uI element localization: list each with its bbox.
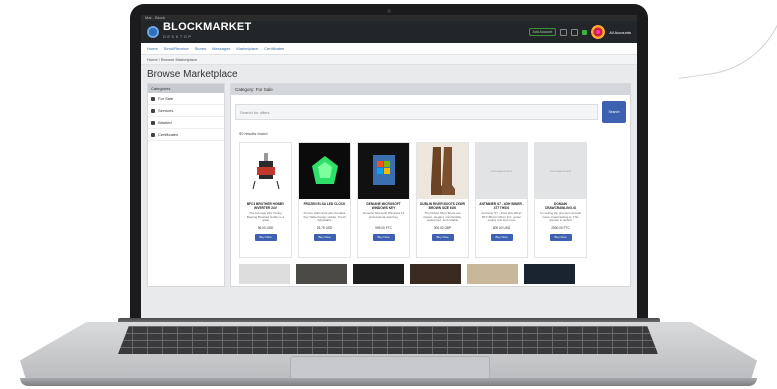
search-row: Search for offers Search [231, 95, 630, 129]
motor-image [252, 153, 279, 190]
product-image[interactable] [239, 264, 290, 284]
decorative-curve [666, 0, 777, 79]
nav-messages[interactable]: Messages [212, 46, 230, 51]
category-header: Category: For Sale [231, 84, 630, 95]
product-title[interactable]: DOMAIN CRAWCRAWLING.IO [535, 202, 586, 210]
certificate-icon [151, 132, 155, 137]
windows-key-image [372, 155, 395, 185]
app-header: BLOCKMARKET DESKTOP Add Account All Acco… [141, 21, 637, 43]
laptop-scene: Mai - Block BLOCKMARKET DESKTOP Add Acco… [0, 0, 777, 389]
product-title[interactable]: ANTMINER S7 - 4GH WINER - 477 THS/S [476, 202, 527, 210]
notification-icon[interactable] [571, 28, 579, 36]
sidebar-header: Categories [148, 84, 224, 93]
results-count: 90 results found [239, 131, 268, 136]
product-price: 25.75 USD [316, 226, 333, 230]
product-description: The Average 24V Timing Bearing Brushed H… [246, 212, 285, 223]
product-image[interactable]: no image found [476, 143, 527, 199]
product-card[interactable]: no image found DOMAIN CRAWCRAWLING.IO I'… [534, 142, 587, 258]
product-price: 300.00 GBP [433, 226, 452, 230]
product-price: 800.00 USD [492, 226, 511, 230]
page-content: Categories For Sale Services Wanted Cert… [141, 83, 637, 287]
nav-marketplace[interactable]: Marketplace [236, 46, 258, 51]
product-image[interactable] [296, 264, 347, 284]
page-title: Browse Marketplace [147, 69, 238, 80]
product-description: I'm selling the premium domain name craw… [539, 212, 582, 223]
logo-icon [147, 26, 159, 38]
product-image[interactable]: no image found [535, 143, 586, 199]
product-title[interactable]: BFC3 BROTHER HOBBY INVERTER 24V [240, 202, 291, 210]
status-indicator-icon [582, 29, 588, 35]
product-card[interactable]: DUBLIN RIVER BOOTS 2XWR BROWN SIZE 6UK T… [416, 142, 469, 258]
trackpad [290, 356, 490, 380]
product-description: Antminer S7 - 4GH 1kw Winer BTC Bitcoin … [481, 212, 522, 223]
product-card[interactable]: FROZEN ELSA LED CLOCK Frozen LED clock p… [298, 142, 351, 258]
laptop-front-edge [20, 378, 757, 386]
product-grid: BFC3 BROTHER HOBBY INVERTER 24V The Aver… [231, 138, 630, 262]
product-price: 96.00 USD [257, 226, 274, 230]
heart-icon [151, 120, 155, 125]
product-description: Genuine Microsoft Windows 10 professiona… [362, 212, 405, 219]
sidebar-item-for-sale[interactable]: For Sale [148, 93, 224, 105]
product-image[interactable] [240, 143, 291, 199]
product-card[interactable]: no image found ANTMINER S7 - 4GH WINER -… [475, 142, 528, 258]
product-image[interactable] [467, 264, 518, 284]
add-account-button[interactable]: Add Account [528, 28, 557, 36]
boots-image [430, 147, 455, 195]
product-image[interactable] [417, 143, 468, 199]
accounts-menu[interactable]: All Accounts [609, 30, 631, 35]
buy-now-button[interactable]: Buy Now [372, 234, 395, 241]
product-card[interactable]: GENUINE MICROSOFT WINDOWS KEY Genuine Mi… [357, 142, 410, 258]
sidebar-item-wanted[interactable]: Wanted [148, 117, 224, 129]
buy-now-button[interactable]: Buy Now [431, 234, 454, 241]
nav-certificates[interactable]: Certificates [264, 46, 284, 51]
nav-home[interactable]: Home [147, 46, 158, 51]
product-card[interactable]: BFC3 BROTHER HOBBY INVERTER 24V The Aver… [239, 142, 292, 258]
main-nav: Home Send/Receive Stores Messages Market… [141, 43, 637, 55]
no-image-placeholder: no image found [491, 169, 512, 173]
brand-tagline: DESKTOP [163, 34, 193, 39]
sidebar-item-label: Certificates [158, 132, 179, 137]
account-avatar[interactable] [591, 25, 606, 39]
keyboard-rows [118, 326, 658, 354]
product-grid-row-2 [231, 262, 630, 286]
product-title[interactable]: FROZEN ELSA LED CLOCK [301, 202, 349, 210]
sidebar-item-label: Wanted [158, 120, 172, 125]
nav-stores[interactable]: Stores [195, 46, 207, 51]
settings-icon[interactable] [560, 28, 568, 36]
product-image[interactable] [410, 264, 461, 284]
category-sidebar: Categories For Sale Services Wanted Cert… [147, 83, 225, 287]
product-price: 999.00 FTC [375, 226, 392, 230]
product-price: 2500.00 FTC [551, 226, 570, 230]
buy-now-button[interactable]: Buy Now [254, 234, 277, 241]
product-title[interactable]: GENUINE MICROSOFT WINDOWS KEY [358, 202, 409, 210]
product-image[interactable] [299, 143, 350, 199]
sidebar-item-certificates[interactable]: Certificates [148, 129, 224, 141]
buy-now-button[interactable]: Buy Now [313, 234, 336, 241]
sidebar-item-label: Services [158, 108, 174, 113]
product-title[interactable]: DUBLIN RIVER BOOTS 2XWR BROWN SIZE 6UK [417, 202, 468, 210]
product-description: Frozen LED clock plus the Elsa Toy/ Tabl… [303, 212, 346, 223]
led-clock-image [311, 156, 338, 184]
search-input[interactable]: Search for offers [235, 104, 598, 120]
buy-now-button[interactable]: Buy Now [549, 234, 572, 241]
sidebar-item-services[interactable]: Services [148, 105, 224, 117]
cart-icon [151, 96, 155, 101]
product-description: The Dublin River Boots are classic, eleg… [423, 212, 462, 223]
sidebar-item-label: For Sale [158, 96, 174, 101]
laptop-screen: Mai - Block BLOCKMARKET DESKTOP Add Acco… [141, 15, 637, 321]
product-image[interactable] [353, 264, 404, 284]
webcam [387, 9, 391, 13]
handshake-icon [151, 108, 155, 113]
no-image-placeholder: no image found [550, 169, 571, 173]
nav-send-receive[interactable]: Send/Receive [164, 46, 189, 51]
breadcrumb[interactable]: Home / Browse Marketplace [141, 55, 637, 65]
listing-panel: Category: For Sale Search for offers Sea… [230, 83, 631, 287]
product-image[interactable] [524, 264, 575, 284]
product-image[interactable] [358, 143, 409, 199]
header-controls: Add Account All Accounts [528, 25, 631, 39]
brand-name: BLOCKMARKET DESKTOP [163, 22, 251, 42]
search-button[interactable]: Search [602, 101, 626, 123]
buy-now-button[interactable]: Buy Now [490, 234, 513, 241]
